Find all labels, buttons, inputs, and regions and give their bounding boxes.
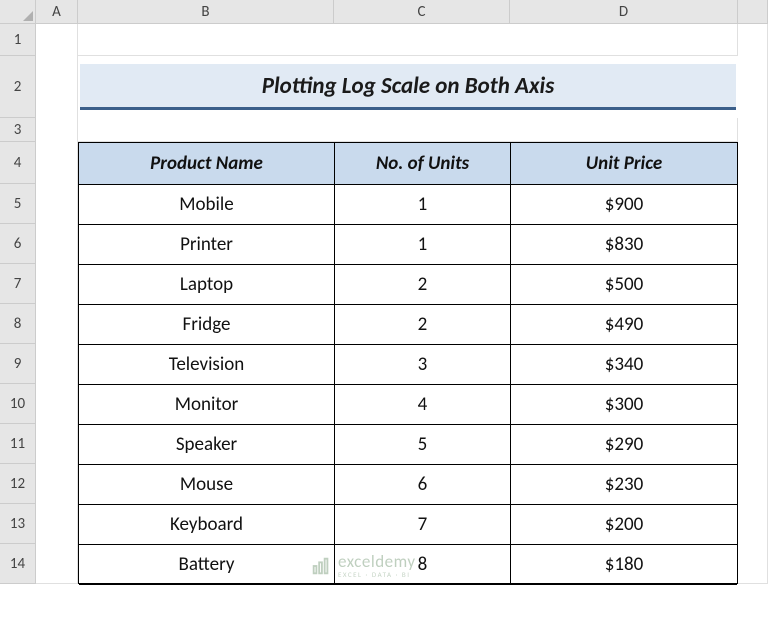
cell-units[interactable]: 2 — [335, 305, 511, 345]
cell-price[interactable]: $340 — [511, 345, 737, 385]
spreadsheet-grid: A B C D 1 2 3 4 5 6 7 8 9 10 11 12 13 14… — [0, 0, 768, 584]
cell-price[interactable]: $490 — [511, 305, 737, 345]
cell-product[interactable]: Printer — [79, 225, 335, 265]
cell-price[interactable]: $230 — [511, 465, 737, 505]
row3-cells[interactable] — [78, 118, 738, 142]
cell-units[interactable]: 2 — [335, 265, 511, 305]
cell-units[interactable]: 1 — [335, 185, 511, 225]
col-header-next[interactable] — [738, 0, 768, 24]
cell-product[interactable]: Television — [79, 345, 335, 385]
row-header-1[interactable]: 1 — [0, 24, 36, 56]
row1-cells[interactable] — [78, 24, 738, 56]
col-header-C[interactable]: C — [334, 0, 510, 24]
row-header-13[interactable]: 13 — [0, 504, 36, 544]
cell-product[interactable]: Laptop — [79, 265, 335, 305]
cell-units[interactable]: 8 — [335, 545, 511, 585]
cell-units[interactable]: 6 — [335, 465, 511, 505]
cell-product[interactable]: Speaker — [79, 425, 335, 465]
cell-price[interactable]: $200 — [511, 505, 737, 545]
cell-units[interactable]: 3 — [335, 345, 511, 385]
row-header-10[interactable]: 10 — [0, 384, 36, 424]
cell-price[interactable]: $900 — [511, 185, 737, 225]
row-header-7[interactable]: 7 — [0, 264, 36, 304]
cell-price[interactable]: $300 — [511, 385, 737, 425]
row-header-11[interactable]: 11 — [0, 424, 36, 464]
cell-price[interactable]: $290 — [511, 425, 737, 465]
row-header-12[interactable]: 12 — [0, 464, 36, 504]
col-header-A[interactable]: A — [36, 0, 78, 24]
row-header-4[interactable]: 4 — [0, 142, 36, 184]
header-price[interactable]: Unit Price — [511, 143, 737, 185]
select-all-corner[interactable] — [0, 0, 36, 24]
cell-units[interactable]: 5 — [335, 425, 511, 465]
cell-product[interactable]: Monitor — [79, 385, 335, 425]
row-header-8[interactable]: 8 — [0, 304, 36, 344]
title-cell[interactable]: Plotting Log Scale on Both Axis — [78, 56, 738, 118]
cell-product[interactable]: Battery — [79, 545, 335, 585]
col-header-D[interactable]: D — [510, 0, 738, 24]
row-header-3[interactable]: 3 — [0, 118, 36, 142]
cell-units[interactable]: 1 — [335, 225, 511, 265]
col-next-cells[interactable] — [738, 24, 768, 584]
cell-price[interactable]: $180 — [511, 545, 737, 585]
cell-product[interactable]: Mobile — [79, 185, 335, 225]
row-header-2[interactable]: 2 — [0, 56, 36, 118]
sheet-title: Plotting Log Scale on Both Axis — [80, 64, 736, 110]
header-product[interactable]: Product Name — [79, 143, 335, 185]
row-header-5[interactable]: 5 — [0, 184, 36, 224]
col-header-B[interactable]: B — [78, 0, 334, 24]
row-header-9[interactable]: 9 — [0, 344, 36, 384]
cell-price[interactable]: $830 — [511, 225, 737, 265]
cell-product[interactable]: Keyboard — [79, 505, 335, 545]
header-units[interactable]: No. of Units — [335, 143, 511, 185]
cell-product[interactable]: Fridge — [79, 305, 335, 345]
cell-price[interactable]: $500 — [511, 265, 737, 305]
cell-units[interactable]: 4 — [335, 385, 511, 425]
row-header-14[interactable]: 14 — [0, 544, 36, 584]
cell-product[interactable]: Mouse — [79, 465, 335, 505]
data-table: Product Name No. of Units Unit Price Mob… — [78, 142, 738, 584]
row-header-6[interactable]: 6 — [0, 224, 36, 264]
cell-units[interactable]: 7 — [335, 505, 511, 545]
col-A-cells[interactable] — [36, 24, 78, 584]
